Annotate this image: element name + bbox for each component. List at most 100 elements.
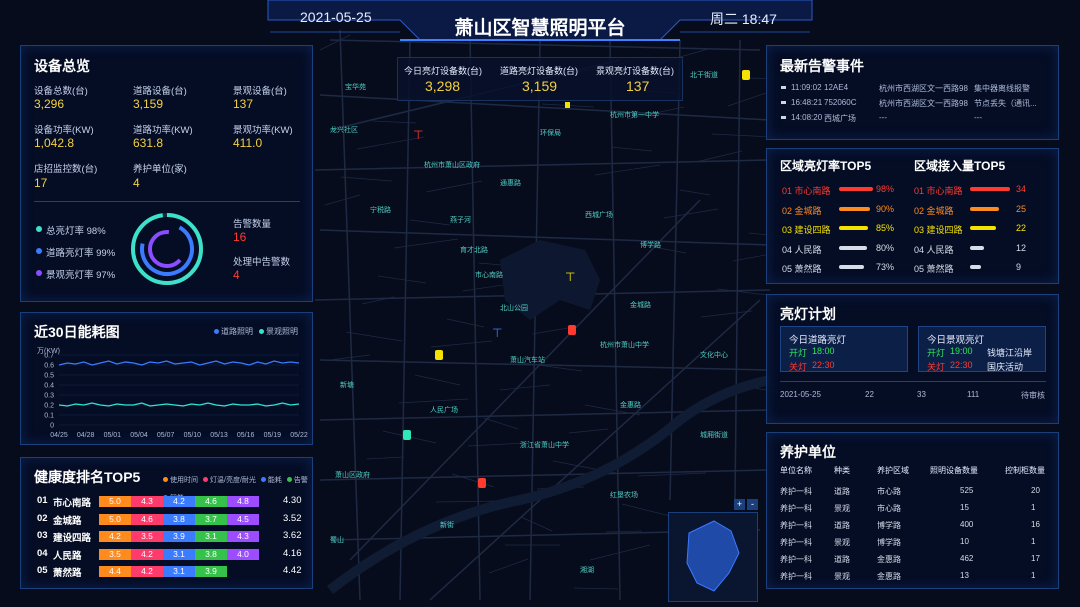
y-tick-label: 0.4 bbox=[44, 383, 54, 390]
overview-label: 道路功率(KW) bbox=[133, 125, 193, 136]
alarm-desc[interactable]: 集中器离线报警 bbox=[974, 83, 1030, 94]
health-seg: 3.5 bbox=[131, 531, 163, 542]
table-cell: 养护一科 bbox=[780, 572, 812, 581]
health-score: 4.42 bbox=[283, 565, 302, 576]
rate-ring-gauge bbox=[131, 213, 203, 285]
map-label: 新街 bbox=[440, 522, 454, 529]
health-rank: 03 bbox=[37, 530, 48, 541]
alarm-code[interactable]: 752060C bbox=[824, 98, 856, 107]
road-plan-card[interactable]: 今日道路亮灯 开灯 18:00 关灯 22:30 bbox=[780, 326, 908, 372]
region-light-name: 05 萧然路 bbox=[782, 264, 822, 274]
alarm-time[interactable]: 14:08:20 bbox=[791, 113, 822, 122]
health-seg: 3.1 bbox=[163, 548, 195, 560]
legend-label: 能耗 bbox=[267, 477, 282, 484]
alarm-desc[interactable]: 节点丢失（通讯... bbox=[974, 98, 1037, 109]
alarm-code[interactable]: 西城广场 bbox=[824, 113, 856, 124]
table-cell: 养护一科 bbox=[780, 555, 812, 564]
alarm-addr[interactable]: 杭州市西湖区文一西路98 bbox=[879, 98, 968, 109]
legend-item: 告警 bbox=[286, 475, 308, 485]
plan-c: 111 bbox=[967, 390, 980, 399]
map-label: 燕子河 bbox=[450, 217, 471, 224]
health-seg: 3.1 bbox=[163, 566, 195, 577]
region-access-name: 01 市心南路 bbox=[914, 186, 963, 196]
table-header: 照明设备数量 bbox=[930, 466, 978, 475]
region-access-name: 04 人民路 bbox=[914, 244, 954, 255]
table-cell: 金惠路 bbox=[877, 555, 901, 564]
x-tick-label: 05/16 bbox=[237, 432, 255, 439]
map-label: 红垦农场 bbox=[610, 492, 638, 499]
health-seg: 4.0 bbox=[227, 548, 259, 560]
map-marker-lamp[interactable] bbox=[568, 325, 576, 335]
region-access-bar bbox=[970, 245, 985, 250]
health-score: 4.30 bbox=[283, 495, 302, 506]
health-seg: 4.2 bbox=[163, 496, 195, 507]
table-cell: 景观 bbox=[834, 504, 850, 513]
legend-label: 告警 bbox=[293, 477, 308, 484]
scenic-plan-card[interactable]: 今日景观亮灯 开灯 19:00 关灯 22:30 钱塘江沿岸 国庆活动 bbox=[918, 326, 1046, 372]
health-seg: 3.8 bbox=[195, 548, 227, 560]
map-marker-lamp[interactable] bbox=[478, 478, 486, 488]
legend-label: 使用时间 bbox=[170, 477, 198, 484]
region-light-name: 04 人民路 bbox=[782, 244, 822, 255]
series-line bbox=[58, 360, 300, 366]
map-label: 育才北路 bbox=[460, 247, 488, 254]
table-cell: 15 bbox=[960, 503, 969, 512]
legend-item: 能耗 bbox=[260, 475, 282, 485]
health-seg: 4.6 bbox=[131, 513, 163, 525]
zoom-in-button[interactable]: + bbox=[734, 499, 745, 510]
table-header: 养护区域 bbox=[877, 466, 909, 475]
map-marker-lamp[interactable] bbox=[742, 70, 750, 80]
alarm-time[interactable]: 16:48:21 bbox=[791, 98, 822, 107]
map-label: 人民广场 bbox=[430, 407, 458, 414]
table-cell: 17 bbox=[1031, 554, 1040, 563]
x-tick-label: 05/01 bbox=[104, 432, 122, 439]
plan-status[interactable]: 待审核 bbox=[1021, 390, 1045, 401]
health-bar: 4.4 4.2 3.1 3.9 bbox=[99, 566, 227, 584]
panel-title: 亮灯计划 bbox=[780, 306, 836, 322]
region-panel: 区域亮灯率TOP5 区域接入量TOP5 01 市心南路 98% 02 金城路 90% 0… bbox=[766, 148, 1059, 284]
alarm-desc[interactable]: --- bbox=[974, 113, 982, 122]
map-marker-lamp[interactable] bbox=[403, 430, 411, 440]
panel-title: 养护单位 bbox=[780, 444, 836, 460]
map-label: 浙江省萧山中学 bbox=[520, 442, 569, 449]
zoom-out-button[interactable]: - bbox=[747, 499, 758, 510]
panel-title: 健康度排名TOP5 bbox=[34, 469, 141, 485]
legend-dot bbox=[163, 477, 168, 482]
overview-value: 4 bbox=[133, 176, 140, 190]
map-marker-road[interactable]: ⊤ bbox=[492, 326, 502, 340]
y-tick-label: 0.5 bbox=[44, 373, 54, 380]
region-light-name: 01 市心南路 bbox=[782, 186, 831, 196]
table-cell: 市心路 bbox=[877, 504, 901, 513]
map-marker-road[interactable]: ⊤ bbox=[565, 270, 575, 284]
plan-a: 22 bbox=[865, 390, 874, 399]
road-on-time: 18:00 bbox=[812, 346, 835, 356]
map-marker-lamp[interactable] bbox=[435, 350, 443, 360]
alarm-addr[interactable]: --- bbox=[879, 113, 887, 122]
x-tick-label: 05/22 bbox=[290, 432, 308, 439]
alarm-addr[interactable]: 杭州市西湖区文一西路98 bbox=[879, 83, 968, 94]
map-marker-lamp[interactable] bbox=[565, 102, 570, 108]
map-marker-road[interactable]: ⊤ bbox=[413, 128, 423, 142]
x-tick-label: 04/25 bbox=[50, 432, 68, 439]
alarm-row-icon bbox=[781, 86, 786, 89]
alarm-time[interactable]: 11:09:02 bbox=[791, 83, 822, 92]
y-tick-label: 0.3 bbox=[44, 393, 54, 400]
scenic-off-label: 关灯 bbox=[927, 362, 946, 372]
alarm-code[interactable]: 12AE4 bbox=[824, 83, 848, 92]
stat-label: 景观亮灯设备数(台) bbox=[596, 66, 674, 76]
health-rank: 01 bbox=[37, 495, 48, 506]
x-tick-label: 05/10 bbox=[184, 432, 202, 439]
x-tick-label: 05/13 bbox=[210, 432, 228, 439]
table-cell: 景观 bbox=[834, 538, 850, 547]
table-cell: 养护一科 bbox=[780, 521, 812, 530]
health-bar: 5.0 4.3 4.2 4.6 4.8 bbox=[99, 496, 259, 514]
overview-label: 店招监控数(台) bbox=[34, 164, 98, 175]
health-seg: 4.3 bbox=[131, 496, 163, 507]
minimap[interactable] bbox=[668, 512, 758, 602]
x-tick-label: 04/28 bbox=[77, 432, 95, 439]
health-rank: 04 bbox=[37, 547, 48, 559]
page-title: 萧山区智慧照明平台 bbox=[454, 18, 626, 39]
rate-dot-road bbox=[36, 248, 42, 254]
table-cell: 养护一科 bbox=[780, 487, 812, 496]
legend-dot bbox=[260, 477, 266, 482]
